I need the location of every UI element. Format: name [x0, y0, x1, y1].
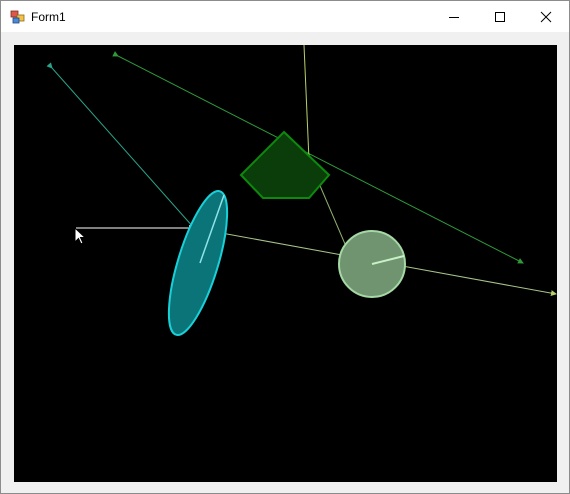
- canvas-svg: [46, 45, 557, 340]
- ellipse-shape[interactable]: [157, 185, 239, 340]
- close-button[interactable]: [523, 1, 569, 32]
- client-area: [1, 32, 569, 493]
- ray-teal: [46, 62, 195, 229]
- title-bar[interactable]: Form1: [1, 1, 569, 32]
- maximize-button[interactable]: [477, 1, 523, 32]
- minimize-icon: [449, 16, 459, 18]
- ray-yellow-vertical: [303, 45, 310, 161]
- app-window: Form1: [0, 0, 570, 494]
- maximize-icon: [495, 11, 505, 22]
- close-icon: [540, 11, 552, 22]
- form-icon: [10, 10, 25, 24]
- ray-green-long: [112, 51, 524, 264]
- drawing-canvas[interactable]: [14, 45, 557, 482]
- minimize-button[interactable]: [431, 1, 477, 32]
- mouse-cursor-icon: [74, 226, 87, 245]
- window-title: Form1: [31, 10, 66, 24]
- pentagon-shape[interactable]: [239, 130, 331, 199]
